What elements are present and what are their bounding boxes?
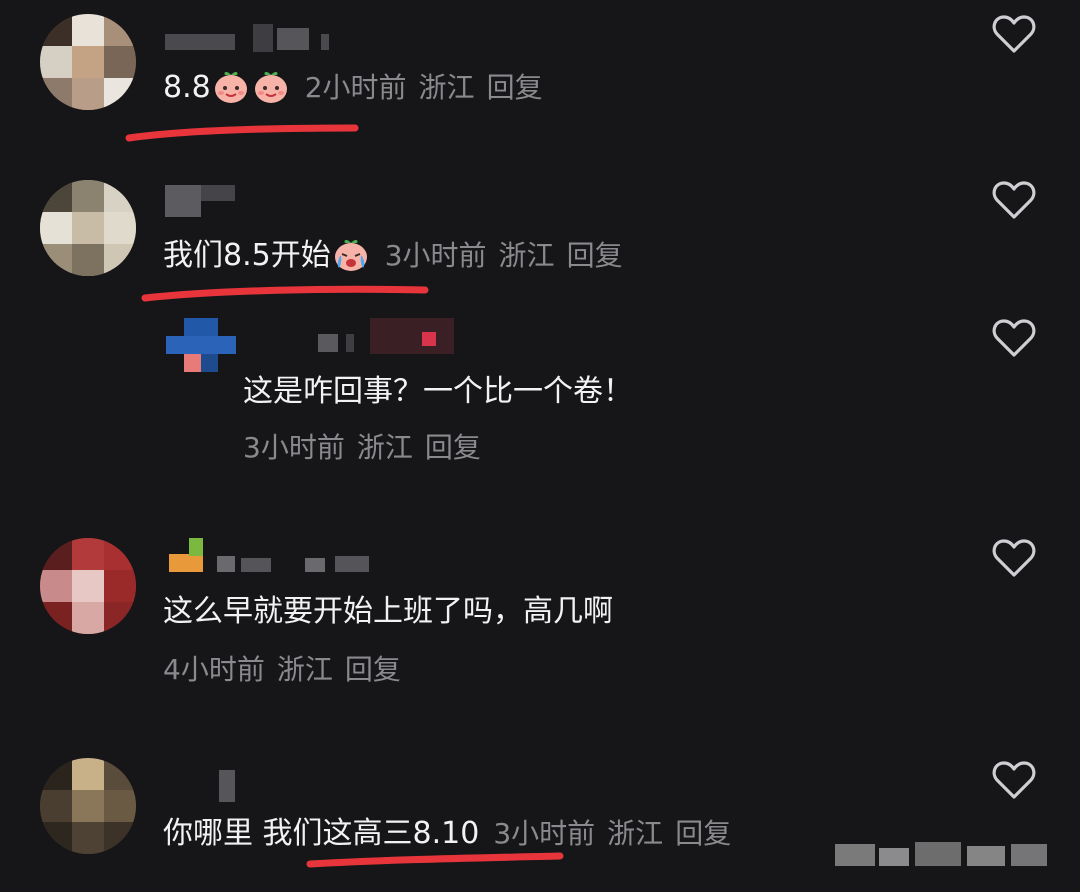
comment-text: 8.8 — [163, 70, 211, 105]
comment-location: 浙江 — [356, 431, 413, 464]
comment-time: 3小时前 — [243, 431, 345, 464]
username-redacted[interactable] — [165, 538, 385, 578]
comment-location: 浙江 — [498, 239, 555, 272]
reply-button[interactable]: 回复 — [567, 239, 623, 272]
heart-outline-icon[interactable] — [992, 14, 1036, 54]
comment-body: 这是咋回事？一个比一个卷！ — [243, 374, 633, 409]
comment-text: 我们8.5开始 — [163, 238, 331, 273]
red-underline — [125, 124, 359, 142]
avatar[interactable] — [166, 318, 236, 382]
reply-button[interactable]: 回复 — [345, 653, 401, 686]
red-underline — [141, 285, 429, 302]
comment-body: 我们8.5开始 3小时前 浙江 回复 — [163, 236, 635, 276]
comment-location: 浙江 — [418, 71, 475, 104]
smiling-peach-emoji — [254, 71, 287, 103]
comment-time: 3小时前 — [384, 239, 487, 272]
red-underline — [306, 852, 564, 868]
comment-location: 浙江 — [276, 653, 333, 686]
comment-meta: 3小时前 浙江 回复 — [243, 428, 493, 468]
username-redacted[interactable] — [165, 24, 335, 64]
comment-location: 浙江 — [607, 817, 664, 850]
comment-time: 4小时前 — [163, 653, 265, 686]
comment-time: 2小时前 — [304, 71, 407, 104]
comment-text-part1: 你哪里 — [163, 816, 253, 851]
avatar[interactable] — [40, 538, 136, 634]
reply-button[interactable]: 回复 — [487, 71, 543, 104]
username-redacted[interactable] — [165, 185, 245, 225]
heart-outline-icon[interactable] — [992, 538, 1036, 578]
avatar[interactable] — [40, 14, 136, 110]
username-redacted[interactable] — [165, 770, 245, 810]
username-redacted[interactable] — [318, 318, 458, 358]
heart-outline-icon[interactable] — [992, 760, 1036, 800]
avatar[interactable] — [40, 180, 136, 276]
heart-outline-icon[interactable] — [992, 318, 1036, 358]
comment-meta: 4小时前 浙江 回复 — [163, 650, 413, 690]
comment-body: 这么早就要开始上班了吗，高几啊 — [163, 594, 613, 629]
watermark-redacted — [835, 838, 1055, 879]
avatar[interactable] — [40, 758, 136, 854]
crying-emoji — [334, 239, 367, 271]
reply-button[interactable]: 回复 — [425, 431, 481, 464]
smiling-peach-emoji — [214, 71, 247, 103]
heart-outline-icon[interactable] — [992, 180, 1036, 220]
reply-button[interactable]: 回复 — [675, 817, 731, 850]
comment-body: 8.8 2小时前 浙江 回复 — [163, 68, 555, 108]
